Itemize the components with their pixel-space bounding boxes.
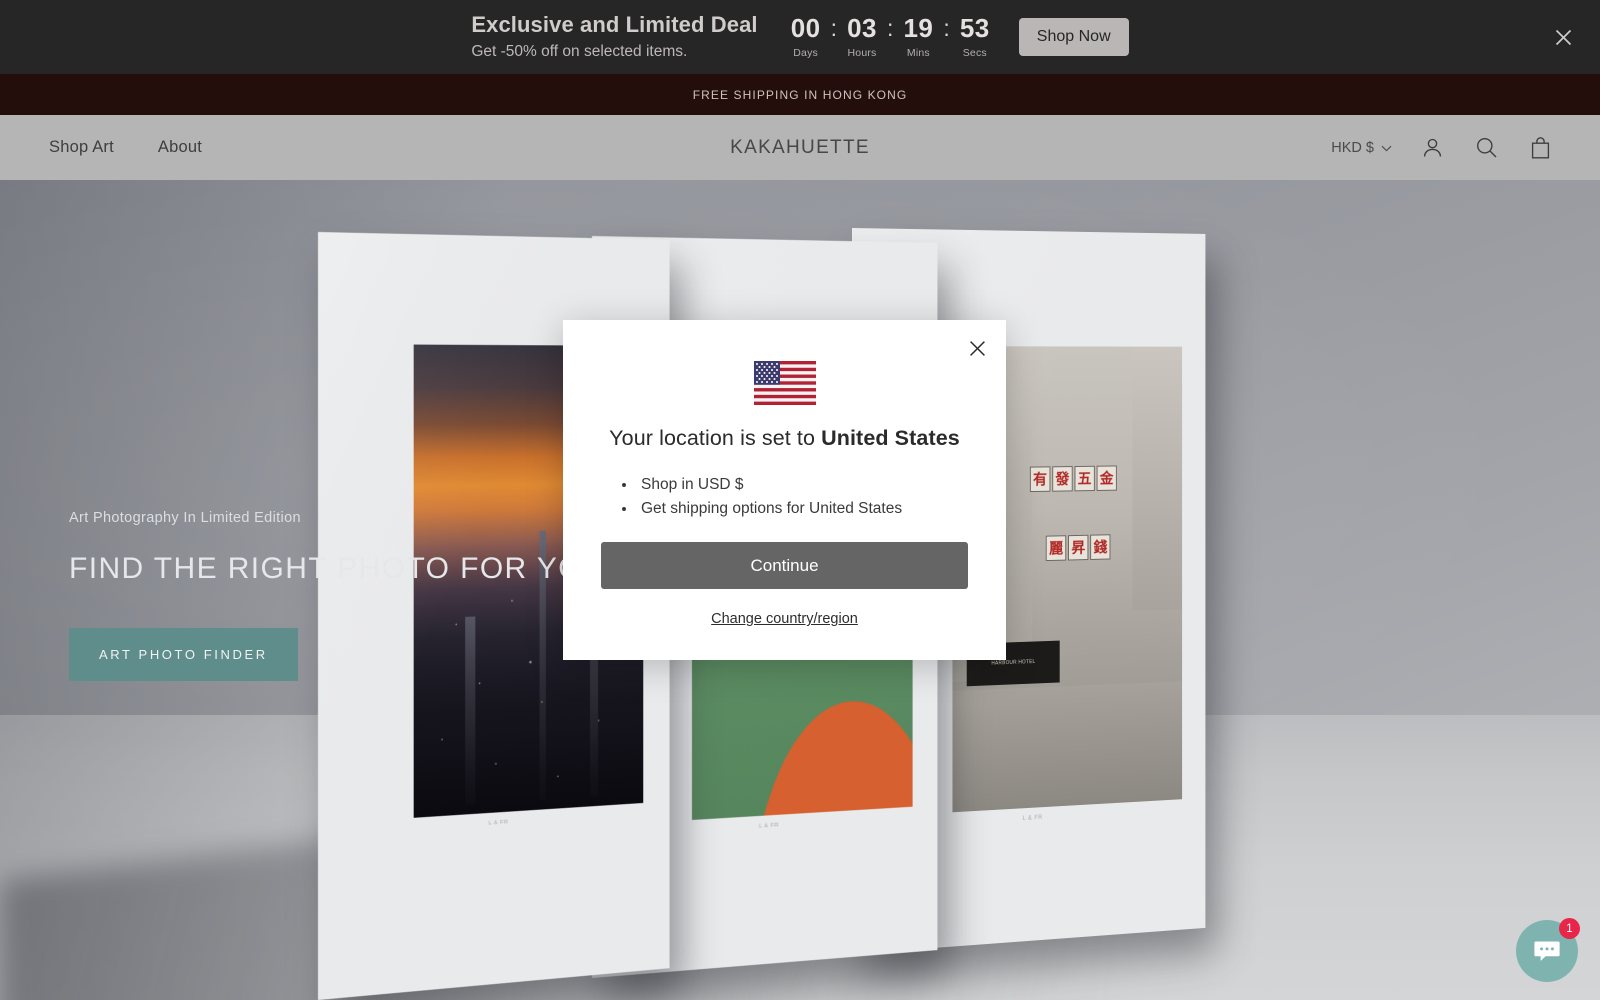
continue-button[interactable]: Continue [601, 542, 968, 589]
modal-bullet-list: Shop in USD $ Get shipping options for U… [637, 473, 1006, 520]
modal-heading-country: United States [821, 426, 960, 450]
close-icon[interactable] [962, 333, 992, 363]
chat-bubble-icon [1532, 936, 1562, 966]
chat-widget-button[interactable]: 1 [1516, 920, 1578, 982]
united-states-flag-icon [754, 361, 816, 405]
modal-heading: Your location is set to United States [563, 426, 1006, 451]
list-item: Shop in USD $ [637, 473, 1006, 497]
location-modal: Your location is set to United States Sh… [563, 320, 1006, 660]
list-item: Get shipping options for United States [637, 497, 1006, 521]
chat-unread-badge: 1 [1559, 918, 1580, 939]
change-country-region-link[interactable]: Change country/region [563, 611, 1006, 627]
modal-heading-prefix: Your location is set to [609, 426, 821, 450]
